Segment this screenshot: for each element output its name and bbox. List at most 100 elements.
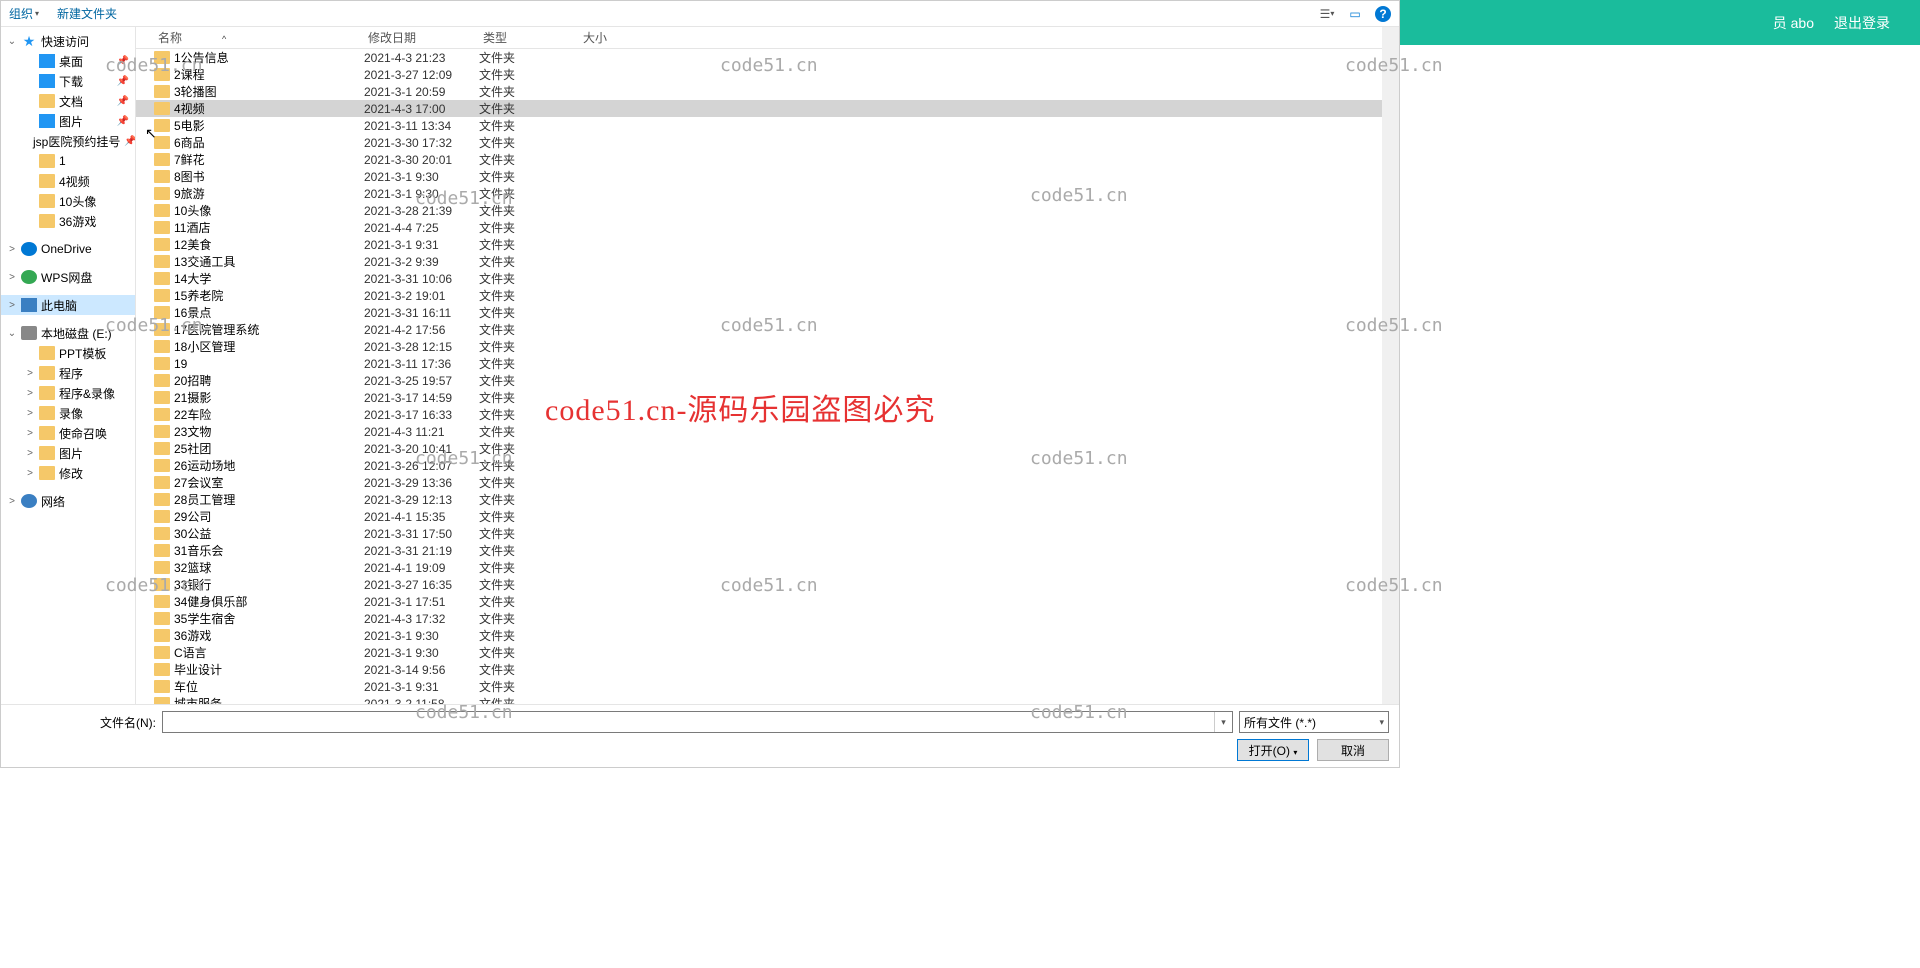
- tree-item[interactable]: >录像: [1, 403, 135, 423]
- expand-chevron-icon[interactable]: >: [25, 468, 35, 479]
- file-row[interactable]: 14大学2021-3-31 10:06文件夹: [136, 270, 1382, 287]
- filename-dropdown-icon[interactable]: ▾: [1214, 712, 1232, 732]
- file-row[interactable]: 12美食2021-3-1 9:31文件夹: [136, 236, 1382, 253]
- tree-item[interactable]: ⌄本地磁盘 (E:): [1, 323, 135, 343]
- file-row[interactable]: 35学生宿舍2021-4-3 17:32文件夹: [136, 610, 1382, 627]
- file-row[interactable]: 7鲜花2021-3-30 20:01文件夹: [136, 151, 1382, 168]
- tree-item[interactable]: >程序: [1, 363, 135, 383]
- file-row[interactable]: 10头像2021-3-28 21:39文件夹: [136, 202, 1382, 219]
- col-type[interactable]: 类型: [483, 29, 583, 46]
- tree-item[interactable]: >网络: [1, 491, 135, 511]
- cancel-button[interactable]: 取消: [1317, 739, 1389, 761]
- expand-chevron-icon[interactable]: >: [25, 368, 35, 379]
- file-row[interactable]: 30公益2021-3-31 17:50文件夹: [136, 525, 1382, 542]
- file-row[interactable]: 25社团2021-3-20 10:41文件夹: [136, 440, 1382, 457]
- file-row[interactable]: 32篮球2021-4-1 19:09文件夹: [136, 559, 1382, 576]
- tree-item[interactable]: >图片: [1, 443, 135, 463]
- tree-item[interactable]: 1: [1, 151, 135, 171]
- folder-icon: [154, 459, 170, 472]
- file-row[interactable]: 26运动场地2021-3-26 12:07文件夹: [136, 457, 1382, 474]
- filetype-select[interactable]: 所有文件 (*.*)▾: [1239, 711, 1389, 733]
- filename-label: 文件名(N):: [11, 714, 156, 731]
- file-row[interactable]: 17医院管理系统2021-4-2 17:56文件夹: [136, 321, 1382, 338]
- star-icon: ★: [21, 34, 37, 48]
- expand-chevron-icon[interactable]: >: [25, 428, 35, 439]
- file-row[interactable]: 28员工管理2021-3-29 12:13文件夹: [136, 491, 1382, 508]
- file-date: 2021-3-11 13:34: [364, 119, 479, 133]
- file-row[interactable]: 4视频2021-4-3 17:00文件夹: [136, 100, 1382, 117]
- file-row[interactable]: 3轮播图2021-3-1 20:59文件夹: [136, 83, 1382, 100]
- file-row[interactable]: 8图书2021-3-1 9:30文件夹: [136, 168, 1382, 185]
- tree-item[interactable]: 36游戏: [1, 211, 135, 231]
- file-row[interactable]: 18小区管理2021-3-28 12:15文件夹: [136, 338, 1382, 355]
- tree-item[interactable]: >此电脑: [1, 295, 135, 315]
- folder-icon: [39, 446, 55, 460]
- file-row[interactable]: 22车险2021-3-17 16:33文件夹: [136, 406, 1382, 423]
- expand-chevron-icon[interactable]: >: [7, 496, 17, 507]
- file-row[interactable]: 33银行2021-3-27 16:35文件夹: [136, 576, 1382, 593]
- tree-item[interactable]: jsp医院预约挂号📌: [1, 131, 135, 151]
- open-button[interactable]: 打开(O) ▾: [1237, 739, 1309, 761]
- file-row[interactable]: 1公告信息2021-4-3 21:23文件夹: [136, 49, 1382, 66]
- view-mode-icon[interactable]: ☰▾: [1319, 6, 1335, 22]
- file-row[interactable]: 29公司2021-4-1 15:35文件夹: [136, 508, 1382, 525]
- expand-chevron-icon[interactable]: >: [25, 388, 35, 399]
- tree-item[interactable]: 10头像: [1, 191, 135, 211]
- tree-item[interactable]: >修改: [1, 463, 135, 483]
- expand-chevron-icon[interactable]: >: [25, 448, 35, 459]
- col-size[interactable]: 大小: [583, 29, 643, 46]
- tree-item[interactable]: 桌面📌: [1, 51, 135, 71]
- user-label[interactable]: 员 abo: [1773, 13, 1814, 33]
- expand-chevron-icon[interactable]: >: [7, 300, 17, 311]
- expand-chevron-icon[interactable]: ⌄: [7, 36, 17, 47]
- file-row[interactable]: 27会议室2021-3-29 13:36文件夹: [136, 474, 1382, 491]
- file-row[interactable]: 16景点2021-3-31 16:11文件夹: [136, 304, 1382, 321]
- file-row[interactable]: 36游戏2021-3-1 9:30文件夹: [136, 627, 1382, 644]
- file-row[interactable]: 20招聘2021-3-25 19:57文件夹: [136, 372, 1382, 389]
- expand-chevron-icon[interactable]: ⌄: [7, 328, 17, 339]
- dialog-footer: 文件名(N): ▾ 所有文件 (*.*)▾ 打开(O) ▾ 取消: [1, 704, 1399, 767]
- file-row[interactable]: 2课程2021-3-27 12:09文件夹: [136, 66, 1382, 83]
- tree-item[interactable]: 4视频: [1, 171, 135, 191]
- file-date: 2021-3-1 20:59: [364, 85, 479, 99]
- tree-item[interactable]: ⌄★快速访问: [1, 31, 135, 51]
- file-row[interactable]: 15养老院2021-3-2 19:01文件夹: [136, 287, 1382, 304]
- expand-chevron-icon[interactable]: >: [7, 272, 17, 283]
- tree-item[interactable]: >程序&录像: [1, 383, 135, 403]
- file-row[interactable]: 5电影2021-3-11 13:34文件夹: [136, 117, 1382, 134]
- file-row[interactable]: 11酒店2021-4-4 7:25文件夹: [136, 219, 1382, 236]
- tree-item[interactable]: >OneDrive: [1, 239, 135, 259]
- filename-input[interactable]: [162, 711, 1233, 733]
- tree-item[interactable]: 文档📌: [1, 91, 135, 111]
- file-row[interactable]: 9旅游2021-3-1 9:30文件夹: [136, 185, 1382, 202]
- file-row[interactable]: 6商品2021-3-30 17:32文件夹: [136, 134, 1382, 151]
- file-row[interactable]: 车位2021-3-1 9:31文件夹: [136, 678, 1382, 695]
- col-name[interactable]: 名称^: [158, 29, 368, 46]
- vertical-scrollbar[interactable]: [1382, 27, 1399, 704]
- file-name: 4视频: [174, 100, 364, 117]
- file-row[interactable]: 23文物2021-4-3 11:21文件夹: [136, 423, 1382, 440]
- file-row[interactable]: C语言2021-3-1 9:30文件夹: [136, 644, 1382, 661]
- logout-link[interactable]: 退出登录: [1834, 13, 1890, 33]
- tree-item[interactable]: PPT模板: [1, 343, 135, 363]
- col-date[interactable]: 修改日期: [368, 29, 483, 46]
- new-folder-button[interactable]: 新建文件夹: [57, 5, 117, 22]
- expand-chevron-icon[interactable]: >: [7, 244, 17, 255]
- file-row[interactable]: 13交通工具2021-3-2 9:39文件夹: [136, 253, 1382, 270]
- file-row[interactable]: 192021-3-11 17:36文件夹: [136, 355, 1382, 372]
- file-type: 文件夹: [479, 338, 579, 355]
- expand-chevron-icon[interactable]: >: [25, 408, 35, 419]
- file-row[interactable]: 34健身俱乐部2021-3-1 17:51文件夹: [136, 593, 1382, 610]
- help-icon[interactable]: ?: [1375, 6, 1391, 22]
- file-row[interactable]: 31音乐会2021-3-31 21:19文件夹: [136, 542, 1382, 559]
- tree-item[interactable]: >使命召唤: [1, 423, 135, 443]
- preview-pane-icon[interactable]: ▭: [1347, 6, 1363, 22]
- tree-item[interactable]: 下载📌: [1, 71, 135, 91]
- file-date: 2021-4-3 17:32: [364, 612, 479, 626]
- tree-item[interactable]: >WPS网盘: [1, 267, 135, 287]
- organize-button[interactable]: 组织▾: [9, 5, 39, 22]
- file-row[interactable]: 21摄影2021-3-17 14:59文件夹: [136, 389, 1382, 406]
- file-row[interactable]: 城市服务2021-3-2 11:58文件夹: [136, 695, 1382, 704]
- tree-item[interactable]: 图片📌: [1, 111, 135, 131]
- file-row[interactable]: 毕业设计2021-3-14 9:56文件夹: [136, 661, 1382, 678]
